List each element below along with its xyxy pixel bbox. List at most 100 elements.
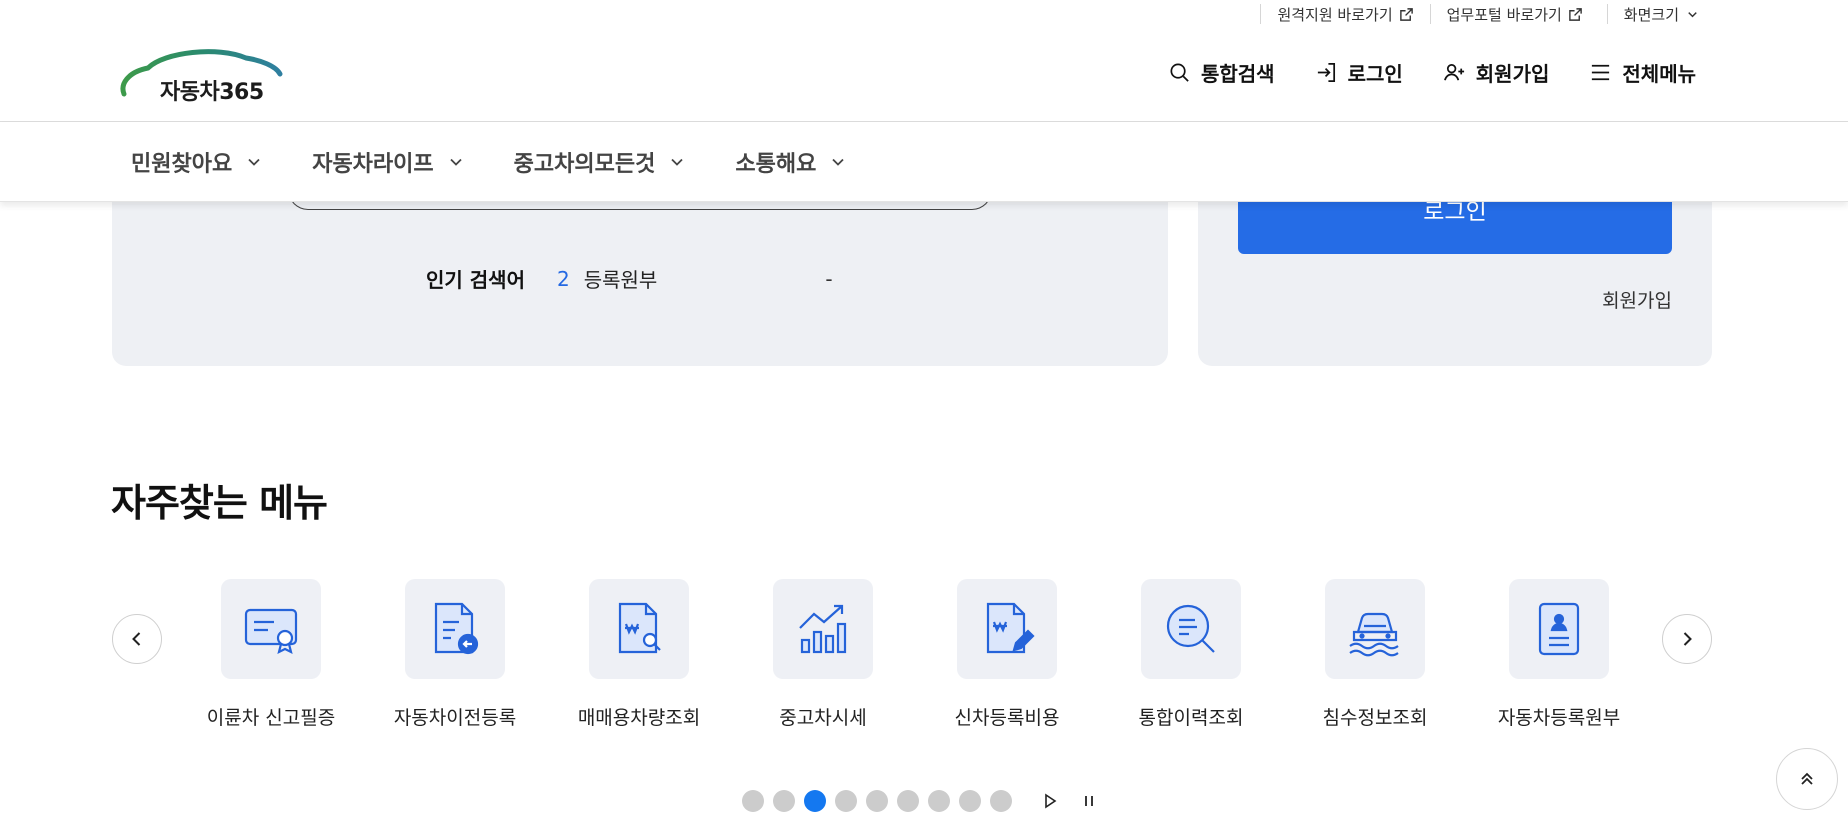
carousel-pagination <box>742 790 1100 812</box>
pagination-dot-4[interactable] <box>835 790 857 812</box>
main-nav: 민원찾아요 자동차라이프 중고차의모든것 소통해요 <box>0 122 1848 202</box>
menu-tile <box>221 579 321 679</box>
login-label: 로그인 <box>1347 62 1403 86</box>
pagination-dot-2[interactable] <box>773 790 795 812</box>
keyword-link[interactable]: 등록원부 <box>584 264 658 293</box>
remote-support-link[interactable]: 원격지원 바로가기 <box>1277 4 1413 25</box>
scroll-top-button[interactable] <box>1776 748 1838 810</box>
carousel-prev-button[interactable] <box>112 614 162 664</box>
pagination-dot-6[interactable] <box>897 790 919 812</box>
search-list-icon <box>1166 604 1215 653</box>
popular-keywords-title: 인기 검색어 <box>426 268 525 292</box>
chevron-down-icon <box>248 158 260 166</box>
menu-label: 이륜차 신고필증 <box>206 707 336 729</box>
menu-tile <box>773 579 873 679</box>
divider <box>1606 4 1608 24</box>
chevron-down-icon <box>1688 11 1697 17</box>
menu-item-transfer-registration[interactable]: 자동차이전등록 <box>380 579 530 730</box>
header-actions: 통합검색 로그인 회원가입 전체메뉴 <box>1168 58 1696 87</box>
certificate-icon <box>244 608 298 655</box>
menu-tile <box>1141 579 1241 679</box>
utility-bar: 원격지원 바로가기 업무포털 바로가기 화면크기 <box>1244 0 1700 28</box>
external-link-icon <box>1568 7 1582 21</box>
nav-item-communication[interactable]: 소통해요 <box>735 146 846 178</box>
pagination-dot-7[interactable] <box>928 790 950 812</box>
signup-button[interactable]: 회원가입 <box>1443 58 1550 87</box>
nav-item-label: 민원찾아요 <box>131 152 233 177</box>
menu-tile <box>589 579 689 679</box>
search-icon <box>1170 63 1189 82</box>
hamburger-icon <box>1592 64 1610 81</box>
carousel-next-button[interactable] <box>1662 614 1712 664</box>
pause-icon <box>1085 796 1093 806</box>
chevron-right-icon <box>1683 632 1692 646</box>
nav-item-used-car[interactable]: 중고차의모든것 <box>514 146 686 178</box>
external-link-icon <box>1399 7 1413 21</box>
menu-tile <box>957 579 1057 679</box>
chart-up-icon <box>799 604 847 654</box>
pagination-dot-8[interactable] <box>959 790 981 812</box>
login-icon <box>1317 63 1335 82</box>
signup-label: 회원가입 <box>1475 62 1550 86</box>
menu-label: 침수정보조회 <box>1322 707 1428 729</box>
nav-item-label: 자동차라이프 <box>312 152 434 177</box>
menu-label: 중고차시세 <box>779 707 867 729</box>
menu-label: 신차등록비용 <box>954 707 1060 729</box>
menu-label: 매매용차량조회 <box>577 707 701 729</box>
remote-support-label: 원격지원 바로가기 <box>1277 5 1393 24</box>
menu-label: 통합이력조회 <box>1138 707 1244 729</box>
logo-text: 자동차365 <box>160 80 264 105</box>
logo[interactable]: 자동차365 <box>118 46 284 105</box>
keyword-rank: 2 <box>556 266 570 291</box>
menu-label: 자동차등록원부 <box>1497 707 1621 729</box>
chevron-down-icon <box>450 158 462 166</box>
divider <box>1260 4 1262 24</box>
menu-item-registration-record[interactable]: 자동차등록원부 <box>1484 579 1634 730</box>
all-menu-button[interactable]: 전체메뉴 <box>1589 58 1696 87</box>
nav-item-car-life[interactable]: 자동차라이프 <box>312 146 463 178</box>
double-chevron-up-icon <box>1801 772 1813 785</box>
add-user-icon <box>1443 63 1464 81</box>
section-title: 자주찾는 메뉴 <box>111 481 328 525</box>
work-portal-link[interactable]: 업무포털 바로가기 <box>1447 4 1583 25</box>
menu-item-motorcycle-cert[interactable]: 이륜차 신고필증 <box>196 579 346 730</box>
integrated-search-button[interactable]: 통합검색 <box>1168 58 1275 87</box>
nav-item-label: 중고차의모든것 <box>513 152 656 177</box>
carousel-pause-button[interactable] <box>1078 790 1100 812</box>
menu-tile <box>405 579 505 679</box>
chevron-down-icon <box>832 158 844 166</box>
carousel-play-button[interactable] <box>1039 790 1061 812</box>
pagination-dot-1[interactable] <box>742 790 764 812</box>
nav-item-label: 소통해요 <box>735 152 817 177</box>
nav-item-civil-service[interactable]: 민원찾아요 <box>131 146 262 178</box>
pagination-dot-5[interactable] <box>866 790 888 812</box>
menu-label: 자동차이전등록 <box>393 707 517 729</box>
keyword-change: - <box>825 266 833 291</box>
pagination-dot-9[interactable] <box>990 790 1012 812</box>
work-portal-label: 업무포털 바로가기 <box>1446 5 1562 24</box>
chevron-left-icon <box>132 632 141 646</box>
all-menu-label: 전체메뉴 <box>1622 62 1696 86</box>
screen-size-dropdown[interactable]: 화면크기 <box>1624 4 1700 25</box>
menu-tile <box>1325 579 1425 679</box>
pagination-dot-3[interactable] <box>804 790 826 812</box>
integrated-search-label: 통합검색 <box>1200 62 1275 86</box>
menu-item-flood-info[interactable]: 침수정보조회 <box>1300 579 1450 730</box>
popular-keywords: 인기 검색어 2 등록원부 - <box>426 264 833 293</box>
menu-item-history-lookup[interactable]: 통합이력조회 <box>1116 579 1266 730</box>
menu-tile <box>1509 579 1609 679</box>
document-search-icon <box>618 602 661 654</box>
document-edit-icon <box>986 602 1035 654</box>
play-icon <box>1045 793 1057 809</box>
login-button[interactable]: 로그인 <box>1315 58 1403 87</box>
panel-signup-link[interactable]: 회원가입 <box>1602 286 1672 313</box>
divider <box>1429 4 1431 24</box>
id-card-icon <box>1538 602 1580 656</box>
page: 원격지원 바로가기 업무포털 바로가기 화면크기 자동차365 통합검색 로그인… <box>0 0 1848 832</box>
menu-item-new-car-cost[interactable]: 신차등록비용 <box>932 579 1082 730</box>
menu-item-used-car-price[interactable]: 중고차시세 <box>748 579 898 730</box>
flood-car-icon <box>1349 612 1399 657</box>
screen-size-label: 화면크기 <box>1623 5 1679 24</box>
document-transfer-icon <box>434 602 479 655</box>
menu-item-sale-vehicle-lookup[interactable]: 매매용차량조회 <box>564 579 714 730</box>
